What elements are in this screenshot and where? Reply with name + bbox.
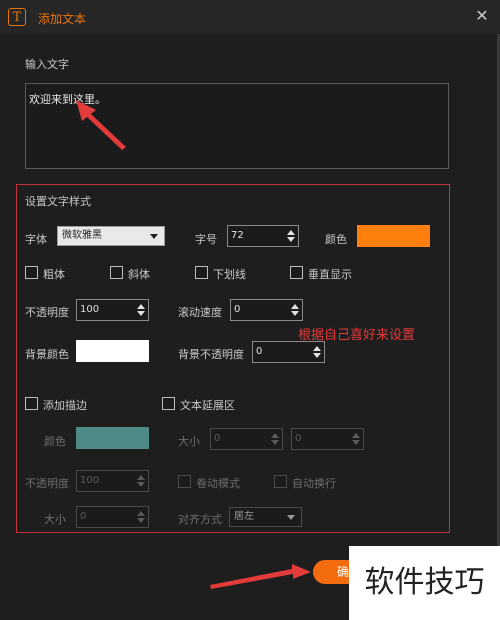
arrow-to-confirm [210, 564, 311, 589]
arrow-to-text-input [76, 100, 126, 150]
annotation-arrows [76, 100, 311, 589]
